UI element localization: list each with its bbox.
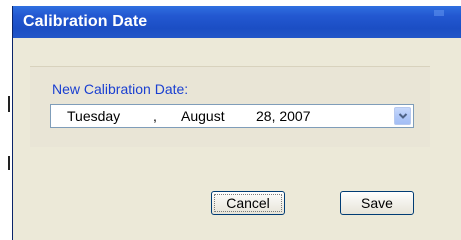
date-month[interactable]: August bbox=[181, 108, 225, 124]
background-window-mark bbox=[8, 156, 10, 170]
date-weekday[interactable]: Tuesday bbox=[67, 108, 120, 124]
date-dropdown-button[interactable] bbox=[394, 107, 411, 125]
title-bar-glare bbox=[434, 10, 444, 16]
date-day-year[interactable]: 28, 2007 bbox=[256, 108, 311, 124]
window-title: Calibration Date bbox=[23, 13, 148, 30]
save-button[interactable]: Save bbox=[340, 191, 414, 215]
calibration-date-picker[interactable]: Tuesday , August 28, 2007 bbox=[50, 104, 414, 128]
chevron-down-icon bbox=[398, 113, 408, 119]
title-bar[interactable]: Calibration Date bbox=[13, 6, 461, 38]
new-calibration-date-label: New Calibration Date: bbox=[52, 81, 189, 97]
background-window-mark bbox=[8, 96, 10, 112]
cancel-button[interactable]: Cancel bbox=[211, 191, 285, 215]
background-window-edge bbox=[0, 0, 12, 240]
screen: Calibration Date New Calibration Date: T… bbox=[0, 0, 461, 240]
date-separator: , bbox=[153, 108, 157, 124]
